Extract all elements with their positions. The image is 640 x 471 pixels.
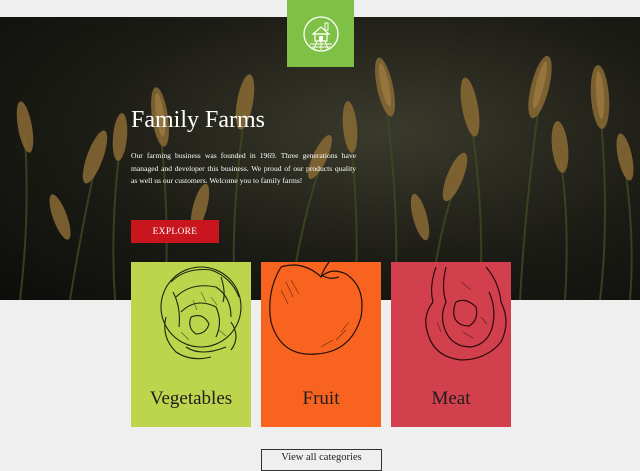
category-card-meat[interactable]: Meat <box>391 262 511 427</box>
category-label-vegetables: Vegetables <box>149 388 233 409</box>
farm-barn-icon <box>302 15 339 52</box>
hero-description: Our farming business was founded in 1969… <box>131 151 356 185</box>
category-card-vegetables[interactable]: Vegetables <box>131 262 251 427</box>
explore-button[interactable]: EXPLORE <box>131 220 219 243</box>
hero-title: Family Farms <box>131 107 266 133</box>
category-card-fruit[interactable]: Fruit <box>261 262 381 427</box>
view-all-categories-button[interactable]: View all categories <box>261 449 382 471</box>
category-label-fruit: Fruit <box>302 388 340 409</box>
category-label-meat: Meat <box>431 388 471 409</box>
site-logo[interactable] <box>287 0 354 67</box>
